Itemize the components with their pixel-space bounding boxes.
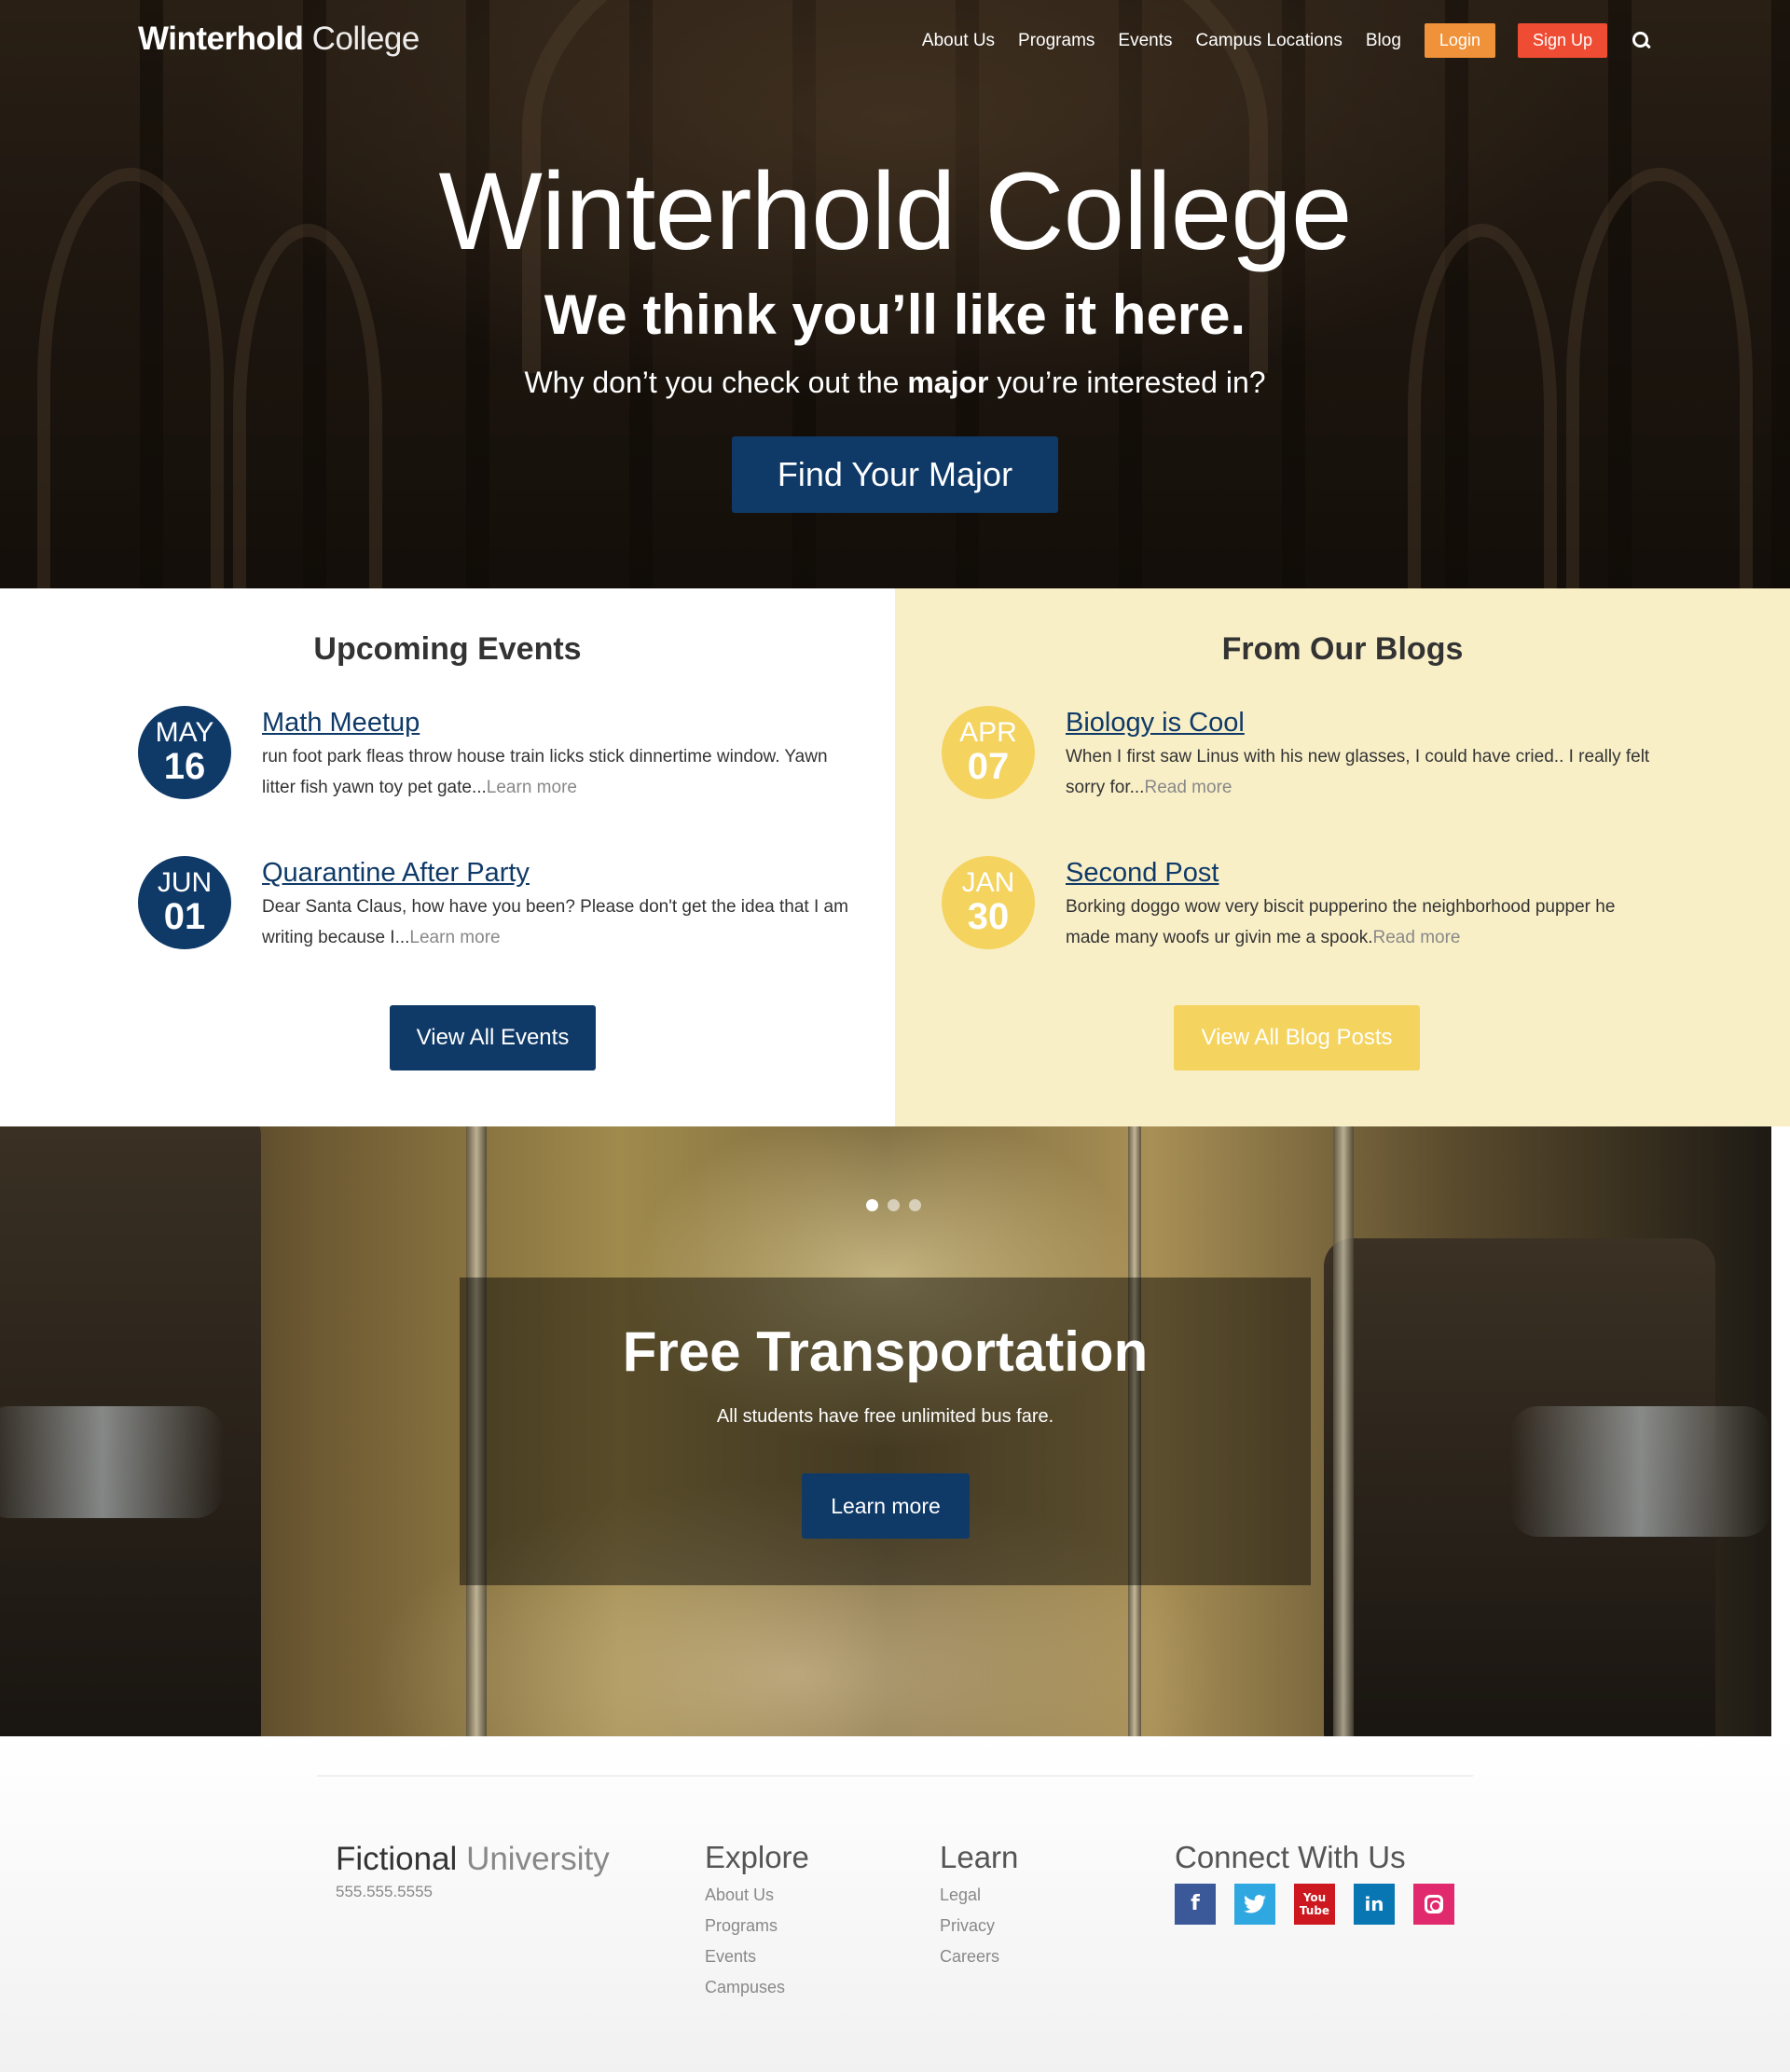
slide-content-box: Free Transportation All students have fr… <box>460 1278 1311 1585</box>
footer-learn-title: Learn <box>940 1840 1019 1874</box>
slider-background-highlight <box>0 1406 224 1518</box>
nav-programs[interactable]: Programs <box>1018 31 1095 51</box>
view-all-events-button[interactable]: View All Events <box>390 1005 596 1071</box>
event-learn-more-link[interactable]: Learn more <box>487 778 577 797</box>
site-logo[interactable]: Winterhold College <box>138 21 420 58</box>
nav-blog[interactable]: Blog <box>1366 31 1401 51</box>
signup-button[interactable]: Sign Up <box>1517 23 1607 58</box>
event-learn-more-link[interactable]: Learn more <box>409 928 500 947</box>
blogs-title: From Our Blogs <box>1221 631 1464 667</box>
social-links: f You Tube in <box>1175 1884 1473 1926</box>
footer-link-about-us[interactable]: About Us <box>705 1880 809 1911</box>
hero-text-before: Why don’t you check out the <box>524 366 908 399</box>
slide-learn-more-button[interactable]: Learn more <box>802 1473 970 1539</box>
slider-dots <box>866 1199 930 1211</box>
footer-logo-strong: Fictional <box>336 1841 458 1877</box>
footer-link-careers[interactable]: Careers <box>940 1941 1018 1972</box>
blog-read-more-link[interactable]: Read more <box>1144 778 1232 797</box>
footer-link-campuses[interactable]: Campuses <box>705 1972 809 2003</box>
search-icon[interactable] <box>1632 31 1652 51</box>
slider-dot[interactable] <box>888 1199 900 1211</box>
nav-about-us[interactable]: About Us <box>922 31 995 51</box>
view-all-blog-posts-button[interactable]: View All Blog Posts <box>1174 1005 1420 1071</box>
footer-link-privacy[interactable]: Privacy <box>940 1911 1018 1941</box>
event-month: JUN <box>157 867 213 898</box>
login-button[interactable]: Login <box>1424 23 1495 58</box>
youtube-icon[interactable]: You Tube <box>1294 1884 1335 1926</box>
upcoming-events-section: Upcoming Events MAY 16 Math Meetup run f… <box>0 588 895 1126</box>
blog-day: 30 <box>967 896 1010 937</box>
nav-events[interactable]: Events <box>1118 31 1172 51</box>
event-body: Quarantine After Party Dear Santa Claus,… <box>262 856 849 953</box>
event-body: Math Meetup run foot park fleas throw ho… <box>262 706 849 803</box>
event-excerpt-text: Dear Santa Claus, how have you been? Ple… <box>262 897 848 948</box>
twitter-icon[interactable] <box>1234 1884 1275 1926</box>
slide-text: All students have free unlimited bus far… <box>716 1406 1054 1427</box>
footer-explore-column: Explore About Us Programs Events Campuse… <box>705 1840 809 2003</box>
footer-link-legal[interactable]: Legal <box>940 1880 1018 1911</box>
hero-slider: Free Transportation All students have fr… <box>0 1126 1771 1736</box>
footer-learn-column: Learn Legal Privacy Careers <box>940 1840 1019 1972</box>
event-date-badge[interactable]: JUN 01 <box>138 856 231 949</box>
site-logo-strong: Winterhold <box>138 21 304 57</box>
site-logo-light: College <box>311 21 420 57</box>
footer-divider <box>317 1775 1473 1776</box>
hero-section: Winterhold College About Us Programs Eve… <box>0 0 1790 588</box>
event-excerpt: Dear Santa Claus, how have you been? Ple… <box>262 891 849 953</box>
hero-text-after: you’re interested in? <box>988 366 1266 399</box>
blog-date-badge[interactable]: APR 07 <box>942 706 1035 799</box>
instagram-icon[interactable] <box>1413 1884 1454 1926</box>
blog-excerpt: Borking doggo wow very biscit pupperino … <box>1066 891 1653 953</box>
slider-dot[interactable] <box>909 1199 921 1211</box>
blog-excerpt: When I first saw Linus with his new glas… <box>1066 741 1653 803</box>
blog-day: 07 <box>967 746 1010 787</box>
facebook-icon[interactable]: f <box>1175 1884 1216 1926</box>
event-title-link[interactable]: Math Meetup <box>262 706 849 739</box>
twitter-bird-glyph <box>1244 1895 1266 1913</box>
footer-link-programs[interactable]: Programs <box>705 1911 809 1941</box>
hero-subtitle: We think you’ll like it here. <box>544 283 1246 346</box>
slider-background-highlight <box>1510 1406 1771 1537</box>
slide-title: Free Transportation <box>622 1320 1149 1383</box>
blog-month: JAN <box>961 867 1015 898</box>
find-your-major-button[interactable]: Find Your Major <box>732 436 1058 513</box>
main-nav: About Us Programs Events Campus Location… <box>899 23 1652 58</box>
blog-date-badge[interactable]: JAN 30 <box>942 856 1035 949</box>
footer-logo-light: University <box>466 1841 610 1877</box>
blog-read-more-link[interactable]: Read more <box>1373 928 1461 947</box>
blog-body: Second Post Borking doggo wow very bisci… <box>1066 856 1653 953</box>
footer-connect-title: Connect With Us <box>1175 1840 1406 1874</box>
footer-connect-column: Connect With Us f You Tube in <box>1175 1840 1473 1926</box>
linkedin-icon[interactable]: in <box>1354 1884 1395 1926</box>
hero-text: Why don’t you check out the major you’re… <box>0 366 1790 400</box>
event-day: 16 <box>163 746 206 787</box>
hero-text-bold: major <box>907 366 989 399</box>
footer-explore-title: Explore <box>705 1840 809 1874</box>
footer-logo[interactable]: Fictional University <box>336 1841 610 1878</box>
blog-title-link[interactable]: Biology is Cool <box>1066 706 1653 739</box>
event-excerpt: run foot park fleas throw house train li… <box>262 741 849 803</box>
hero-title: Winterhold College <box>438 150 1353 273</box>
site-footer: Fictional University 555.555.5555 Explor… <box>0 1736 1790 2072</box>
blog-title-link[interactable]: Second Post <box>1066 856 1653 890</box>
instagram-glyph <box>1425 1895 1443 1914</box>
page-edge-strip <box>1771 1126 1790 1736</box>
blog-excerpt-text: Borking doggo wow very biscit pupperino … <box>1066 897 1616 948</box>
footer-link-events[interactable]: Events <box>705 1941 809 1972</box>
slider-background-pole <box>1333 1126 1354 1736</box>
footer-phone[interactable]: 555.555.5555 <box>336 1883 433 1901</box>
event-month: MAY <box>155 717 214 748</box>
event-title-link[interactable]: Quarantine After Party <box>262 856 849 890</box>
slider-dot[interactable] <box>866 1199 878 1211</box>
blog-body: Biology is Cool When I first saw Linus w… <box>1066 706 1653 803</box>
event-date-badge[interactable]: MAY 16 <box>138 706 231 799</box>
blog-month: APR <box>959 717 1017 748</box>
event-day: 01 <box>163 896 206 937</box>
nav-campus-locations[interactable]: Campus Locations <box>1196 31 1342 51</box>
events-title: Upcoming Events <box>313 631 582 667</box>
blogs-section: From Our Blogs APR 07 Biology is Cool Wh… <box>895 588 1790 1126</box>
